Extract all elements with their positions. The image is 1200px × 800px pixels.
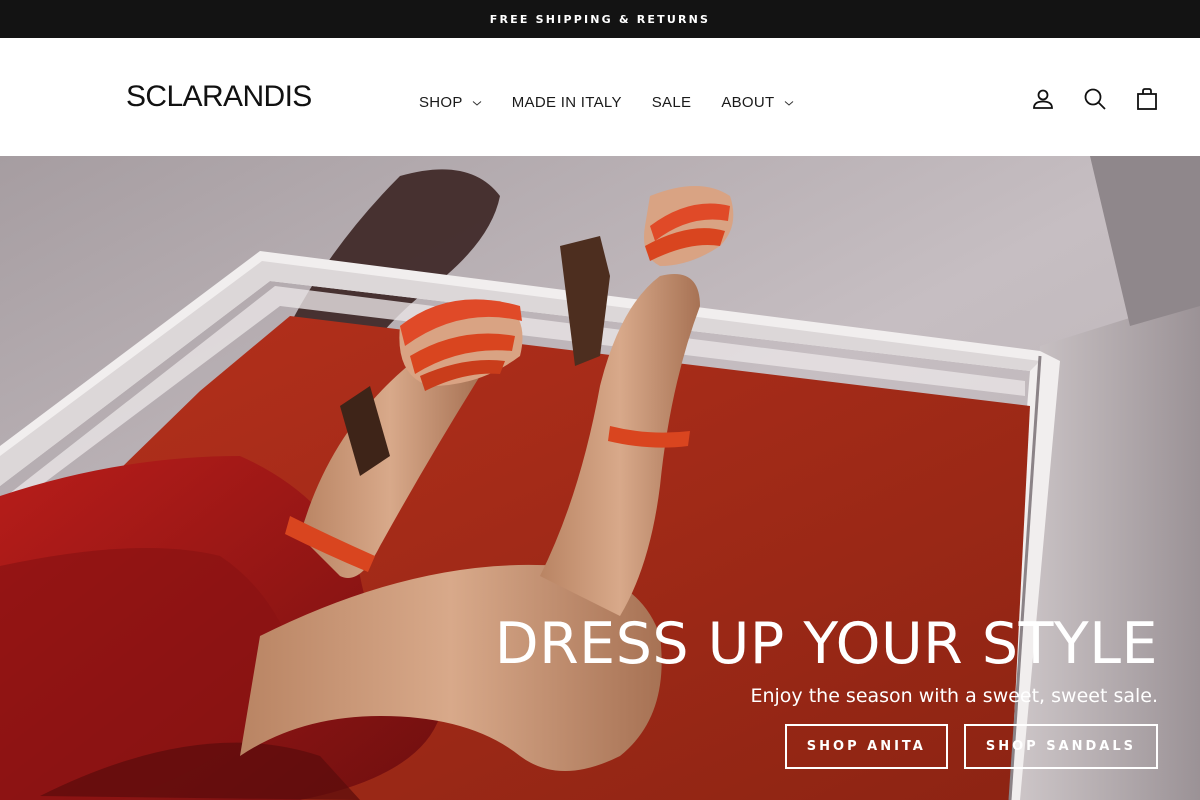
nav-item-shop[interactable]: SHOP (419, 94, 482, 111)
chevron-down-icon (784, 98, 794, 108)
nav-item-label: ABOUT (721, 94, 775, 111)
announcement-bar: FREE SHIPPING & RETURNS (0, 0, 1200, 38)
hero-copy: DRESS UP YOUR STYLE Enjoy the season wit… (495, 612, 1158, 769)
header-icons (1028, 84, 1162, 114)
shop-sandals-button[interactable]: SHOP SANDALS (963, 724, 1158, 769)
nav-item-about[interactable]: ABOUT (721, 94, 793, 111)
site-header: SCLARANDIS SHOP MADE IN ITALY SALE ABOUT (0, 38, 1200, 156)
cart-icon[interactable] (1132, 84, 1162, 114)
hero-subtitle: Enjoy the season with a sweet, sweet sal… (750, 685, 1158, 707)
announcement-text: FREE SHIPPING & RETURNS (489, 12, 711, 26)
shop-anita-button[interactable]: SHOP ANITA (784, 724, 948, 769)
chevron-down-icon (472, 98, 482, 108)
hero-buttons: SHOP ANITA SHOP SANDALS (495, 724, 1158, 769)
main-nav: SHOP MADE IN ITALY SALE ABOUT (419, 94, 824, 111)
hero-title: DRESS UP YOUR STYLE (494, 611, 1158, 677)
hero-banner: DRESS UP YOUR STYLE Enjoy the season wit… (0, 156, 1200, 800)
nav-item-label: SHOP (419, 94, 463, 111)
nav-item-made-in-italy[interactable]: MADE IN ITALY (512, 94, 622, 111)
nav-item-label: SALE (651, 94, 692, 111)
search-icon[interactable] (1080, 84, 1110, 114)
nav-item-label: MADE IN ITALY (511, 94, 622, 111)
account-icon[interactable] (1028, 84, 1058, 114)
site-logo[interactable]: SCLARANDIS (126, 80, 312, 114)
nav-item-sale[interactable]: SALE (652, 94, 692, 111)
